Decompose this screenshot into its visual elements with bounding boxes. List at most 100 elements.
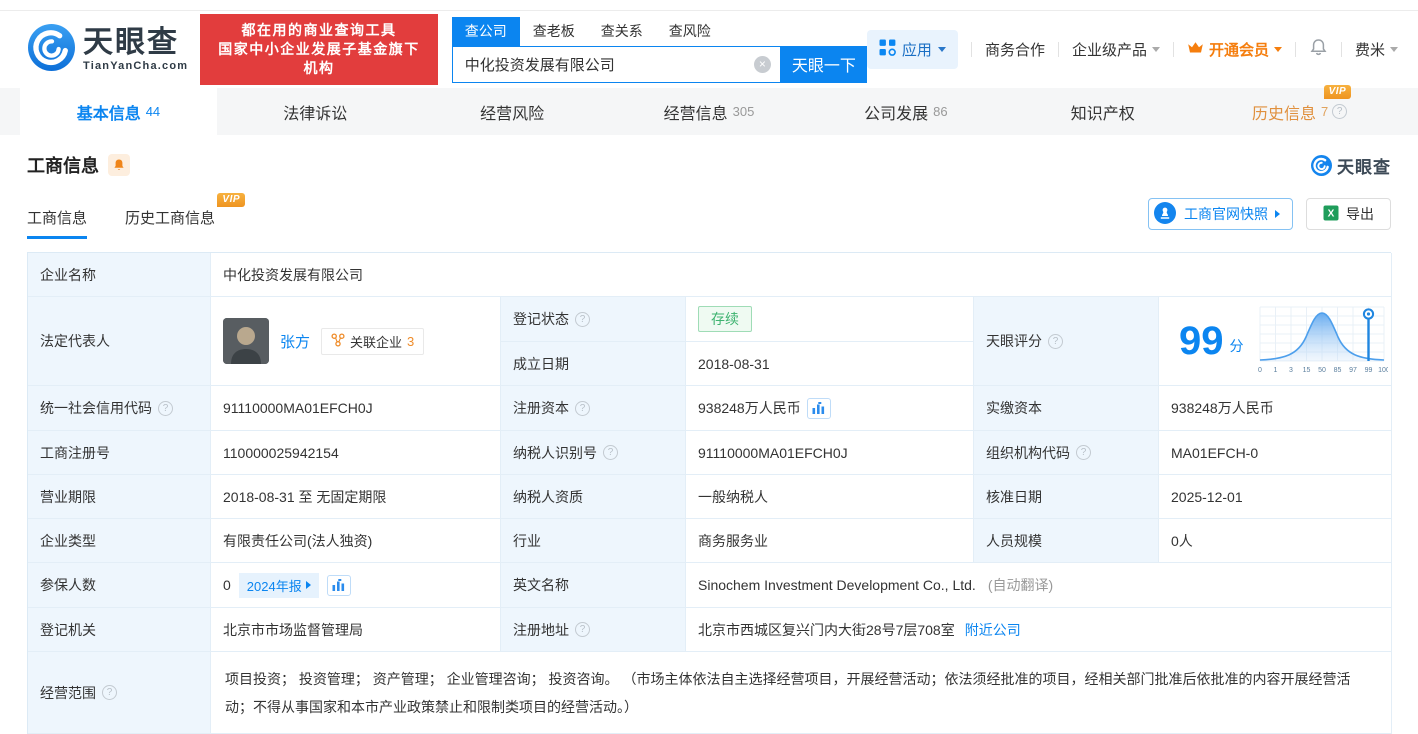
nav-enterprise-label: 企业级产品 <box>1071 42 1147 59</box>
reg-authority-label: 登记机关 <box>28 608 211 652</box>
reg-number-value: 110000025942154 <box>211 431 501 475</box>
subtab-history-business-info[interactable]: 历史工商信息 VIP <box>125 193 246 239</box>
related-companies-count: 3 <box>407 333 415 349</box>
nav-cooperation[interactable]: 商务合作 <box>985 39 1045 60</box>
reg-capital-label: 注册资本 <box>501 386 686 431</box>
english-name-label: 英文名称 <box>501 563 686 608</box>
english-name-value: Sinochem Investment Development Co., Ltd… <box>698 577 976 593</box>
taxpayer-id-label: 纳税人识别号 <box>501 431 686 475</box>
insured-label: 参保人数 <box>28 563 211 608</box>
export-button[interactable]: X 导出 <box>1306 198 1391 230</box>
company-tabs: 基本信息 44 法律诉讼 经营风险 经营信息 305 公司发展 86 知识产权 历史信… <box>0 84 1418 135</box>
header-nav: 应用 商务合作 企业级产品 开通会员 费米 <box>866 30 1418 69</box>
search-button[interactable]: 天眼一下 <box>780 45 867 83</box>
tab-legal-litigation[interactable]: 法律诉讼 <box>217 88 414 135</box>
reg-status-cell: 存续 <box>686 297 974 342</box>
company-name-label: 企业名称 <box>28 253 211 297</box>
crown-icon <box>1187 40 1204 59</box>
company-type-value: 有限责任公司(法人独资) <box>211 519 501 563</box>
insured-cell: 0 2024年报 <box>211 563 501 608</box>
nav-open-vip-label: 开通会员 <box>1208 42 1269 59</box>
tab-operation-info[interactable]: 经营信息 305 <box>611 88 808 135</box>
tab-history-info[interactable]: 历史信息 7 VIP <box>1201 84 1398 135</box>
help-icon[interactable] <box>575 400 590 416</box>
chevron-down-icon <box>1151 47 1160 52</box>
nav-apps[interactable]: 应用 <box>866 30 958 69</box>
search-tab-relation[interactable]: 查关系 <box>588 17 656 46</box>
help-icon[interactable] <box>1048 333 1063 349</box>
nav-enterprise[interactable]: 企业级产品 <box>1072 39 1160 60</box>
tab-count: 305 <box>732 104 755 119</box>
apps-grid-icon <box>879 39 896 60</box>
reg-status-label: 登记状态 <box>501 297 686 342</box>
official-snapshot-button[interactable]: 工商官网快照 <box>1148 198 1293 230</box>
search-tabs: 查公司 查老板 查关系 查风险 <box>451 16 867 46</box>
section-title: 工商信息 <box>27 156 99 176</box>
score-unit: 分 <box>1229 338 1244 354</box>
tab-count: 7 <box>1320 104 1329 119</box>
tab-operation-risk[interactable]: 经营风险 <box>414 88 611 135</box>
staff-size-value: 0人 <box>1159 519 1392 563</box>
nearby-companies-link[interactable]: 附近公司 <box>965 620 1021 640</box>
nav-user[interactable]: 费米 <box>1355 39 1398 60</box>
clear-search-icon[interactable] <box>753 55 771 73</box>
tab-basic-info[interactable]: 基本信息 44 <box>20 88 217 135</box>
search-area: 查公司 查老板 查关系 查风险 天眼一下 <box>451 16 867 83</box>
business-term-label: 营业期限 <box>28 475 211 519</box>
legal-rep-label: 法定代表人 <box>28 297 211 386</box>
taxpayer-quality-label: 纳税人资质 <box>501 475 686 519</box>
company-name-value: 中化投资发展有限公司 <box>211 253 1392 297</box>
paid-capital-label: 实缴资本 <box>974 386 1159 431</box>
search-tab-boss[interactable]: 查老板 <box>520 17 588 46</box>
help-icon[interactable] <box>575 622 590 637</box>
svg-text:15: 15 <box>1302 367 1310 374</box>
tab-company-development[interactable]: 公司发展 86 <box>807 88 1004 135</box>
site-logo[interactable]: 天眼查 TianYanCha.com <box>28 23 188 76</box>
notification-bell-icon[interactable] <box>1309 38 1328 61</box>
search-tab-company[interactable]: 查公司 <box>451 16 520 46</box>
insured-chart-icon[interactable] <box>326 574 351 596</box>
company-type-label: 企业类型 <box>28 519 211 563</box>
tab-count: 86 <box>933 104 948 119</box>
legal-rep-name-link[interactable]: 张方 <box>280 331 310 352</box>
reg-authority-value: 北京市市场监督管理局 <box>211 608 501 652</box>
subtab-business-info[interactable]: 工商信息 <box>27 207 88 239</box>
score-cell: 99 分 0 1 3 15 50 85 97 99 10 <box>1159 297 1392 386</box>
paid-capital-value: 938248万人民币 <box>1159 386 1392 431</box>
monitor-bell-icon[interactable] <box>108 154 130 176</box>
legal-rep-cell: 张方 关联企业 3 <box>211 297 501 386</box>
svg-text:X: X <box>1328 208 1335 219</box>
search-input[interactable] <box>451 45 781 83</box>
tab-intellectual-property[interactable]: 知识产权 <box>1004 88 1201 135</box>
chevron-right-icon <box>1275 210 1280 218</box>
reg-address-value: 北京市西城区复兴门内大街28号7层708室 <box>698 621 955 638</box>
chevron-right-icon <box>305 581 311 589</box>
taxpayer-id-value: 91110000MA01EFCH0J <box>686 431 974 475</box>
search-tab-risk[interactable]: 查风险 <box>656 17 724 46</box>
promo-line2: 国家中小企业发展子基金旗下机构 <box>218 41 420 76</box>
nav-open-vip[interactable]: 开通会员 <box>1187 39 1282 60</box>
svg-text:85: 85 <box>1333 367 1341 374</box>
score-value: 99 <box>1179 319 1224 363</box>
top-divider <box>0 0 1418 11</box>
annual-report-badge[interactable]: 2024年报 <box>238 572 319 598</box>
help-icon[interactable] <box>603 445 618 460</box>
svg-text:50: 50 <box>1318 367 1326 374</box>
vip-badge: VIP <box>1323 84 1352 99</box>
establish-date-value: 2018-08-31 <box>686 342 974 386</box>
legal-rep-avatar[interactable] <box>223 318 269 364</box>
business-info-table: 企业名称 中化投资发展有限公司 法定代表人 张方 关联企业 3 登记状态 ? 存… <box>27 252 1392 734</box>
help-icon[interactable] <box>1332 104 1348 119</box>
help-icon[interactable] <box>102 685 117 700</box>
business-scope-value: 项目投资； 投资管理； 资产管理； 企业管理咨询； 投资咨询。 （市场主体依法自… <box>211 652 1392 734</box>
credit-code-label: 统一社会信用代码 <box>28 386 211 431</box>
capital-chart-icon[interactable] <box>806 397 831 419</box>
related-companies-badge[interactable]: 关联企业 3 <box>321 327 425 355</box>
score-distribution-chart: 0 1 3 15 50 85 97 99 100 <box>1256 303 1389 380</box>
help-icon[interactable] <box>1076 445 1091 460</box>
help-icon[interactable] <box>158 400 173 416</box>
help-icon[interactable] <box>575 311 590 327</box>
svg-text:0: 0 <box>1258 367 1262 374</box>
excel-icon: X <box>1323 205 1339 224</box>
nav-user-name: 费米 <box>1354 42 1385 59</box>
